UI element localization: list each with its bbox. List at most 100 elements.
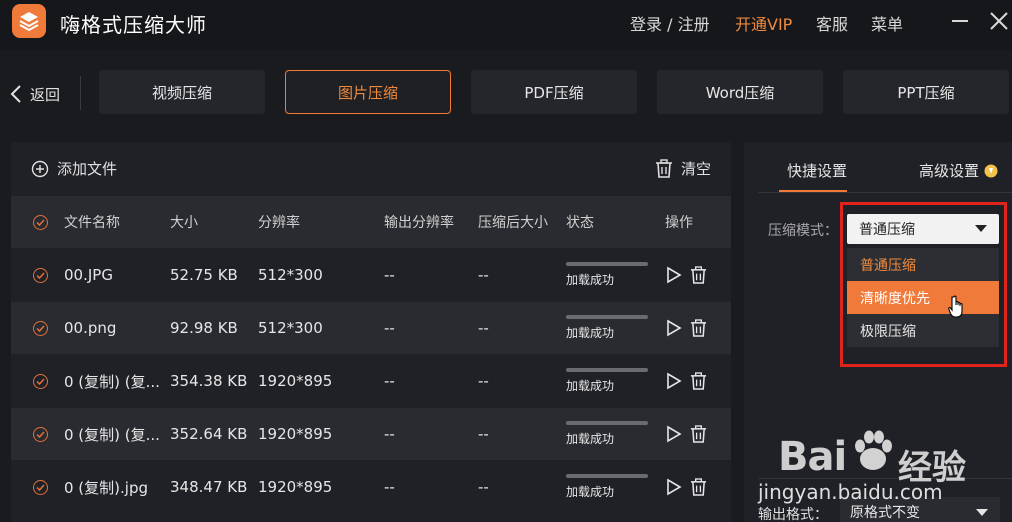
load-progress-bar (566, 421, 648, 425)
add-circle-icon (31, 160, 49, 177)
title-bar: 嗨格式压缩大师 登录 / 注册 开通VIP 客服 菜单 (0, 0, 1012, 50)
trash-icon (655, 158, 672, 178)
tab-pdf-compress[interactable]: PDF压缩 (471, 70, 637, 114)
row-checkbox[interactable] (33, 249, 48, 301)
trash-icon[interactable] (690, 318, 707, 338)
column-header-filename: 文件名称 (64, 215, 120, 231)
trash-icon[interactable] (690, 265, 707, 285)
cell-compressed-size: -- (478, 319, 489, 337)
table-row[interactable]: 0 (复制) (复... 354.38 KB 1920*895 -- -- 加载成功 (11, 355, 731, 407)
cell-filename: 00.JPG (64, 266, 113, 284)
back-label: 返回 (30, 85, 61, 104)
compress-mode-label: 压缩模式： (768, 223, 838, 239)
cell-compressed-size: -- (478, 425, 489, 443)
trash-icon[interactable] (690, 477, 707, 497)
cell-output-resolution: -- (384, 478, 395, 496)
tab-advanced-settings[interactable]: 高级设置 (919, 160, 998, 181)
open-vip-link[interactable]: 开通VIP (735, 11, 792, 35)
file-list-panel: 添加文件 清空 文件名称 大小 分辨率 输出分辨率 压缩后大小 状态 操作 00… (11, 142, 731, 522)
play-icon[interactable] (666, 425, 682, 443)
trash-icon[interactable] (690, 424, 707, 444)
watermark-url: jingyan.baidu.com (758, 480, 943, 504)
cell-resolution: 1920*895 (258, 372, 333, 390)
clear-button[interactable]: 清空 (655, 158, 711, 179)
table-row[interactable]: 0 (复制) (复... 352.64 KB 1920*895 -- -- 加载成功 (11, 408, 731, 460)
load-progress-fill (566, 262, 648, 266)
cell-resolution: 512*300 (258, 319, 323, 337)
divider (80, 76, 81, 110)
table-row[interactable]: 00.JPG 52.75 KB 512*300 -- -- 加载成功 (11, 249, 731, 301)
customer-service-link[interactable]: 客服 (816, 11, 848, 35)
play-icon[interactable] (666, 372, 682, 390)
select-all-checkbox[interactable] (33, 196, 48, 248)
cell-size: 352.64 KB (170, 425, 248, 443)
cell-filename: 00.png (64, 319, 117, 337)
tab-ppt-compress[interactable]: PPT压缩 (843, 70, 1009, 114)
watermark-brand: Bai (778, 434, 847, 480)
cell-resolution: 1920*895 (258, 425, 333, 443)
minimize-icon[interactable] (947, 8, 973, 34)
add-file-button[interactable]: 添加文件 (31, 158, 117, 179)
row-checkbox[interactable] (33, 408, 48, 460)
column-header-resolution: 分辨率 (258, 215, 300, 231)
table-row[interactable]: 0 (复制).jpg 348.47 KB 1920*895 -- -- 加载成功 (11, 461, 731, 513)
advanced-settings-label: 高级设置 (919, 162, 980, 180)
cell-actions (666, 249, 707, 301)
tab-video-compress[interactable]: 视频压缩 (99, 70, 265, 114)
cell-size: 92.98 KB (170, 319, 238, 337)
app-title: 嗨格式压缩大师 (60, 13, 207, 37)
tab-quick-settings[interactable]: 快捷设置 (787, 160, 847, 181)
paw-icon (855, 430, 892, 470)
cell-output-resolution: -- (384, 266, 395, 284)
baidu-jingyan-watermark: Bai 经验 jingyan.baidu.com (758, 420, 1004, 520)
load-progress-bar (566, 262, 648, 266)
load-progress-fill (566, 368, 648, 372)
chevron-left-icon (10, 85, 21, 103)
login-register-link[interactable]: 登录 / 注册 (630, 11, 710, 35)
status-text: 加载成功 (566, 485, 615, 499)
status-text: 加载成功 (566, 326, 615, 340)
cell-compressed-size: -- (478, 478, 489, 496)
load-progress-fill (566, 315, 648, 319)
cell-filename: 0 (复制).jpg (64, 478, 148, 497)
cell-actions (666, 355, 707, 407)
load-progress-fill (566, 421, 648, 425)
cell-status: 加载成功 (566, 249, 648, 301)
status-text: 加载成功 (566, 432, 615, 446)
cell-status: 加载成功 (566, 355, 648, 407)
row-checkbox[interactable] (33, 302, 48, 354)
trash-icon[interactable] (690, 371, 707, 391)
column-header-size: 大小 (170, 215, 198, 231)
row-checkbox[interactable] (33, 355, 48, 407)
close-icon[interactable] (986, 8, 1012, 34)
annotation-highlight-box (840, 202, 1007, 367)
row-checkbox[interactable] (33, 461, 48, 513)
play-icon[interactable] (666, 319, 682, 337)
cell-status: 加载成功 (566, 302, 648, 354)
play-icon[interactable] (666, 266, 682, 284)
cell-output-resolution: -- (384, 319, 395, 337)
cell-actions (666, 302, 707, 354)
cell-compressed-size: -- (478, 372, 489, 390)
play-icon[interactable] (666, 478, 682, 496)
vip-badge-icon (984, 164, 998, 177)
hand-cursor-icon (947, 294, 965, 322)
divider (758, 192, 1012, 193)
cell-actions (666, 461, 707, 513)
cell-output-resolution: -- (384, 372, 395, 390)
table-row[interactable]: 00.png 92.98 KB 512*300 -- -- 加载成功 (11, 302, 731, 354)
table-header: 文件名称 大小 分辨率 输出分辨率 压缩后大小 状态 操作 (11, 196, 731, 248)
load-progress-fill (566, 474, 648, 478)
cell-compressed-size: -- (478, 266, 489, 284)
cell-size: 354.38 KB (170, 372, 248, 390)
app-logo-icon (12, 4, 46, 38)
back-button[interactable]: 返回 (10, 82, 60, 106)
cell-filename: 0 (复制) (复... (64, 425, 160, 444)
tab-image-compress[interactable]: 图片压缩 (285, 70, 451, 114)
add-file-label: 添加文件 (57, 160, 118, 178)
cell-resolution: 1920*895 (258, 478, 333, 496)
load-progress-bar (566, 474, 648, 478)
menu-link[interactable]: 菜单 (871, 11, 903, 35)
tab-word-compress[interactable]: Word压缩 (657, 70, 823, 114)
cell-resolution: 512*300 (258, 266, 323, 284)
